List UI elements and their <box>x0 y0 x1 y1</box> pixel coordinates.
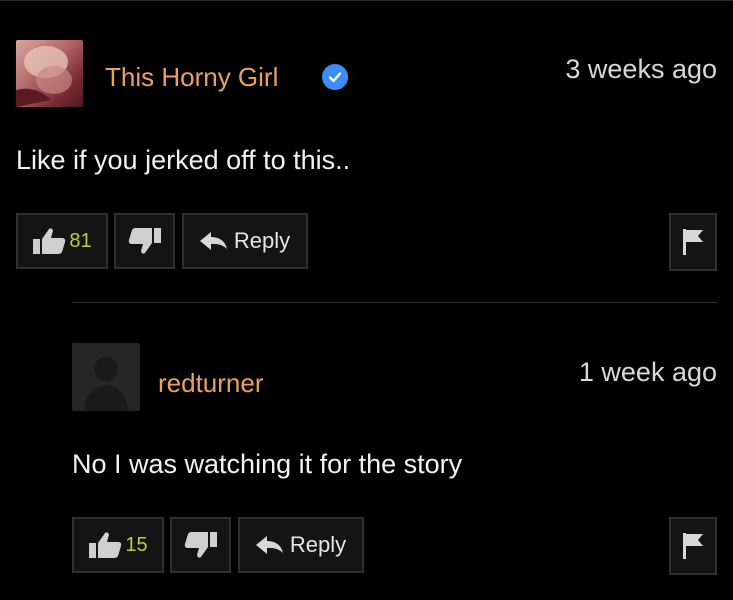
flag-icon <box>683 229 703 255</box>
top-divider <box>0 0 733 1</box>
like-button[interactable]: 81 <box>16 213 108 269</box>
avatar-image <box>16 46 72 107</box>
verified-badge-icon <box>322 64 348 90</box>
thumbs-down-icon <box>184 532 217 558</box>
thumbs-up-icon <box>89 532 122 558</box>
like-button[interactable]: 15 <box>72 517 164 573</box>
user-avatar[interactable] <box>72 343 140 411</box>
dislike-button[interactable] <box>170 517 231 573</box>
timestamp: 1 week ago <box>578 357 717 387</box>
timestamp: 3 weeks ago <box>565 54 717 84</box>
username[interactable]: This Horny Girl <box>105 62 278 92</box>
username[interactable]: redturner <box>158 368 264 398</box>
reply-arrow-icon <box>255 536 283 554</box>
reply-label: Reply <box>289 532 347 557</box>
like-count: 81 <box>69 229 92 252</box>
flag-icon <box>683 533 703 559</box>
flag-button[interactable] <box>669 517 717 575</box>
comment-text: No I was watching it for the story <box>72 449 463 479</box>
reply-arrow-icon <box>199 232 227 250</box>
reply-button[interactable]: Reply <box>238 517 364 573</box>
reply-button[interactable]: Reply <box>182 213 308 269</box>
reply-label: Reply <box>233 228 291 253</box>
thumbs-down-icon <box>128 228 161 254</box>
default-avatar-icon <box>84 357 128 411</box>
like-count: 15 <box>125 533 148 556</box>
comment-text: Like if you jerked off to this.. <box>16 145 351 175</box>
flag-button[interactable] <box>669 213 717 271</box>
comment-divider <box>72 302 717 303</box>
user-avatar[interactable] <box>16 40 83 107</box>
dislike-button[interactable] <box>114 213 175 269</box>
thumbs-up-icon <box>33 228 66 254</box>
